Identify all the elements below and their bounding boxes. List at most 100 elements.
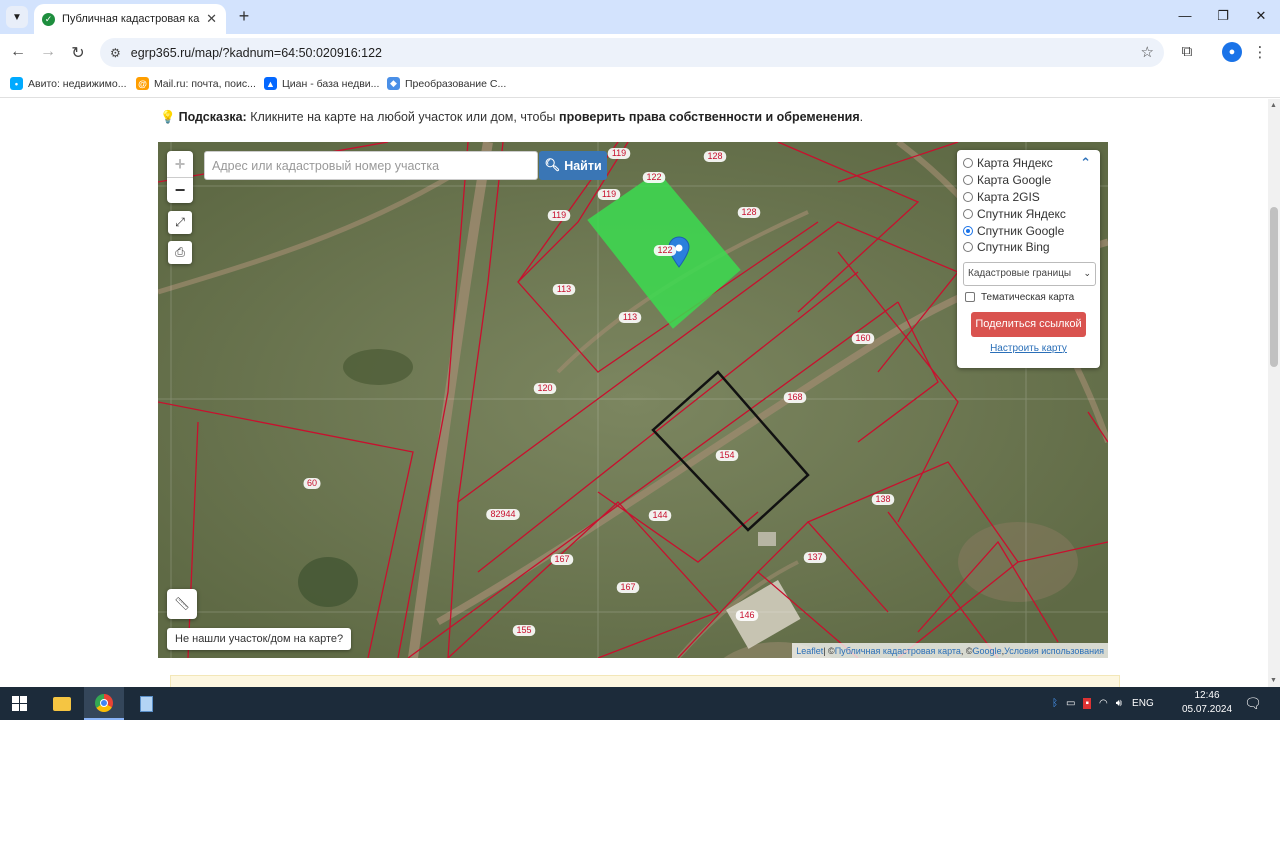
layer-radio[interactable] xyxy=(963,242,973,253)
parcel-number-label[interactable]: 128 xyxy=(707,151,722,161)
windows-start-icon[interactable] xyxy=(12,696,27,711)
layer-option[interactable]: Спутник Яндекс xyxy=(963,205,1094,222)
zoom-in-button[interactable]: + xyxy=(167,151,193,177)
parcel-number-label[interactable]: 128 xyxy=(741,207,756,217)
language-indicator[interactable]: ENG xyxy=(1132,698,1154,709)
parcel-number-label[interactable]: 113 xyxy=(557,284,571,294)
map-attribution: Leaflet | © Публичная кадастровая карта,… xyxy=(792,643,1108,658)
close-tab-icon[interactable]: ✕ xyxy=(206,11,217,27)
bookmark-label: Авито: недвижимо... xyxy=(28,77,127,90)
parcel-number-label[interactable]: 82944 xyxy=(490,509,515,519)
measure-button[interactable]: 📏︎ xyxy=(167,589,197,619)
chevron-up-icon[interactable]: ⌃ xyxy=(1080,155,1091,171)
configure-map-link[interactable]: Настроить карту xyxy=(963,343,1094,354)
print-button[interactable]: ⎙ xyxy=(168,241,192,264)
tab-search-button[interactable]: ▼ xyxy=(6,6,28,28)
bookmark-cian[interactable]: ▲ Циан - база недви... xyxy=(264,77,379,90)
bluetooth-icon[interactable]: ᛒ xyxy=(1052,698,1058,709)
parcel-number-label[interactable]: 137 xyxy=(807,552,822,562)
parcel-number-label[interactable]: 154 xyxy=(719,450,734,460)
pkk-link[interactable]: Публичная кадастровая карта xyxy=(835,646,961,656)
parcel-number-label[interactable]: 146 xyxy=(739,610,754,620)
notepad-button[interactable] xyxy=(126,687,166,720)
layer-option[interactable]: Спутник Google xyxy=(963,222,1094,239)
file-explorer-button[interactable] xyxy=(42,687,82,720)
parcel-number-label[interactable]: 144 xyxy=(652,510,667,520)
layer-radio[interactable] xyxy=(963,191,973,202)
parcel-number-label[interactable]: 60 xyxy=(307,478,317,488)
minimize-icon[interactable]: — xyxy=(1175,8,1195,23)
parcel-number-label[interactable]: 119 xyxy=(612,148,626,158)
battery-icon[interactable]: ▭ xyxy=(1066,698,1075,709)
reload-icon[interactable]: ↻ xyxy=(68,43,88,63)
page-scrollbar[interactable]: ▲ ▼ xyxy=(1268,99,1280,687)
parcel-number-label[interactable]: 155 xyxy=(516,625,531,635)
terms-link[interactable]: Условия использования xyxy=(1004,646,1104,656)
overlay-select[interactable]: Кадастровые границы ⌄ xyxy=(963,261,1096,286)
forward-arrow-icon[interactable]: → xyxy=(38,43,58,61)
layer-radio[interactable] xyxy=(963,158,973,169)
parcel-number-label[interactable]: 138 xyxy=(875,494,890,504)
cadastral-map[interactable]: 119 128 119 122 119 128 122 113 113 160 120 168 154 6… xyxy=(158,142,1108,658)
bookmark-mailru[interactable]: @ Mail.ru: почта, поис... xyxy=(136,77,256,90)
fullscreen-button[interactable]: ⤢ xyxy=(168,211,192,234)
clock[interactable]: 12:46 05.07.2024 xyxy=(1178,689,1236,717)
parcel-number-label[interactable]: 122 xyxy=(646,172,661,182)
zoom-out-button[interactable]: − xyxy=(167,177,193,203)
bookmark-star-icon[interactable]: ☆ xyxy=(1141,43,1154,61)
parcel-number-label[interactable]: 167 xyxy=(620,582,635,592)
thematic-map-toggle[interactable]: Тематическая карта xyxy=(963,292,1094,303)
new-tab-button[interactable]: + xyxy=(234,6,254,26)
chrome-taskbar-button[interactable] xyxy=(84,687,124,720)
bookmark-label: Mail.ru: почта, поис... xyxy=(154,77,256,90)
url-text: egrp365.ru/map/?kadnum=64:50:020916:122 xyxy=(130,45,383,60)
notifications-icon[interactable]: 🗨︎ xyxy=(1244,695,1262,712)
browser-tab[interactable]: ✓ Публичная кадастровая карта ✕ xyxy=(34,4,226,34)
bookmark-avito[interactable]: • Авито: недвижимо... xyxy=(10,77,127,90)
layer-option[interactable]: Карта Google xyxy=(963,172,1094,189)
layer-radio[interactable] xyxy=(963,208,973,219)
site-info-icon[interactable]: ⚙ xyxy=(110,46,121,60)
scroll-thumb[interactable] xyxy=(1270,207,1278,367)
address-bar[interactable]: ⚙ egrp365.ru/map/?kadnum=64:50:020916:12… xyxy=(100,38,1164,67)
scroll-down-icon[interactable]: ▼ xyxy=(1270,677,1277,684)
share-link-button[interactable]: Поделиться ссылкой xyxy=(971,311,1086,337)
layer-option[interactable]: Карта 2GIS xyxy=(963,189,1094,206)
parcel-number-label[interactable]: 119 xyxy=(552,210,566,220)
layer-radio[interactable] xyxy=(963,225,973,236)
google-link[interactable]: Google xyxy=(973,646,1002,656)
layer-option[interactable]: Карта Яндекс xyxy=(963,155,1094,172)
maximize-icon[interactable]: ❐ xyxy=(1213,8,1233,24)
layer-label: Спутник Яндекс xyxy=(977,206,1066,221)
page-content: 💡 Подсказка: Кликните на карте на любой у… xyxy=(0,99,1268,687)
layer-option[interactable]: Спутник Bing xyxy=(963,239,1094,256)
parcel-number-label[interactable]: 160 xyxy=(855,333,870,343)
wifi-icon[interactable]: ◠ xyxy=(1099,698,1108,709)
extensions-icon[interactable]: ⧉ xyxy=(1177,43,1197,60)
mailru-icon: @ xyxy=(136,77,149,90)
bookmark-label: Циан - база недви... xyxy=(282,77,380,90)
search-input[interactable]: Адрес или кадастровый номер участка xyxy=(204,151,538,180)
close-window-icon[interactable]: ✕ xyxy=(1251,8,1271,24)
profile-avatar-icon[interactable]: ● xyxy=(1222,42,1242,62)
antivirus-icon[interactable]: ▪ xyxy=(1083,698,1091,709)
search-button[interactable]: 🔍︎ Найти xyxy=(539,151,607,180)
thematic-checkbox[interactable] xyxy=(965,292,975,303)
parcel-number-label[interactable]: 167 xyxy=(554,554,569,564)
hint-label: Подсказка: xyxy=(178,110,247,124)
bookmark-converter[interactable]: ◆ Преобразование С... xyxy=(387,77,506,90)
parcel-number-label[interactable]: 113 xyxy=(623,312,637,322)
scroll-up-icon[interactable]: ▲ xyxy=(1270,102,1277,109)
browser-toolbar: ← → ↻ ⚙ egrp365.ru/map/?kadnum=64:50:020… xyxy=(0,34,1280,72)
parcel-number-label[interactable]: 119 xyxy=(602,189,616,199)
clock-date: 05.07.2024 xyxy=(1181,704,1233,715)
volume-icon[interactable]: 🔊︎ xyxy=(1116,698,1122,709)
not-found-button[interactable]: Не нашли участок/дом на карте? xyxy=(167,628,352,650)
menu-dots-icon[interactable]: ⋮ xyxy=(1250,43,1270,61)
leaflet-link[interactable]: Leaflet xyxy=(796,646,823,656)
back-arrow-icon[interactable]: ← xyxy=(8,43,28,61)
parcel-number-label[interactable]: 120 xyxy=(537,383,552,393)
layer-radio[interactable] xyxy=(963,175,973,186)
parcel-number-label[interactable]: 168 xyxy=(787,392,802,402)
parcel-number-label[interactable]: 122 xyxy=(657,245,672,255)
